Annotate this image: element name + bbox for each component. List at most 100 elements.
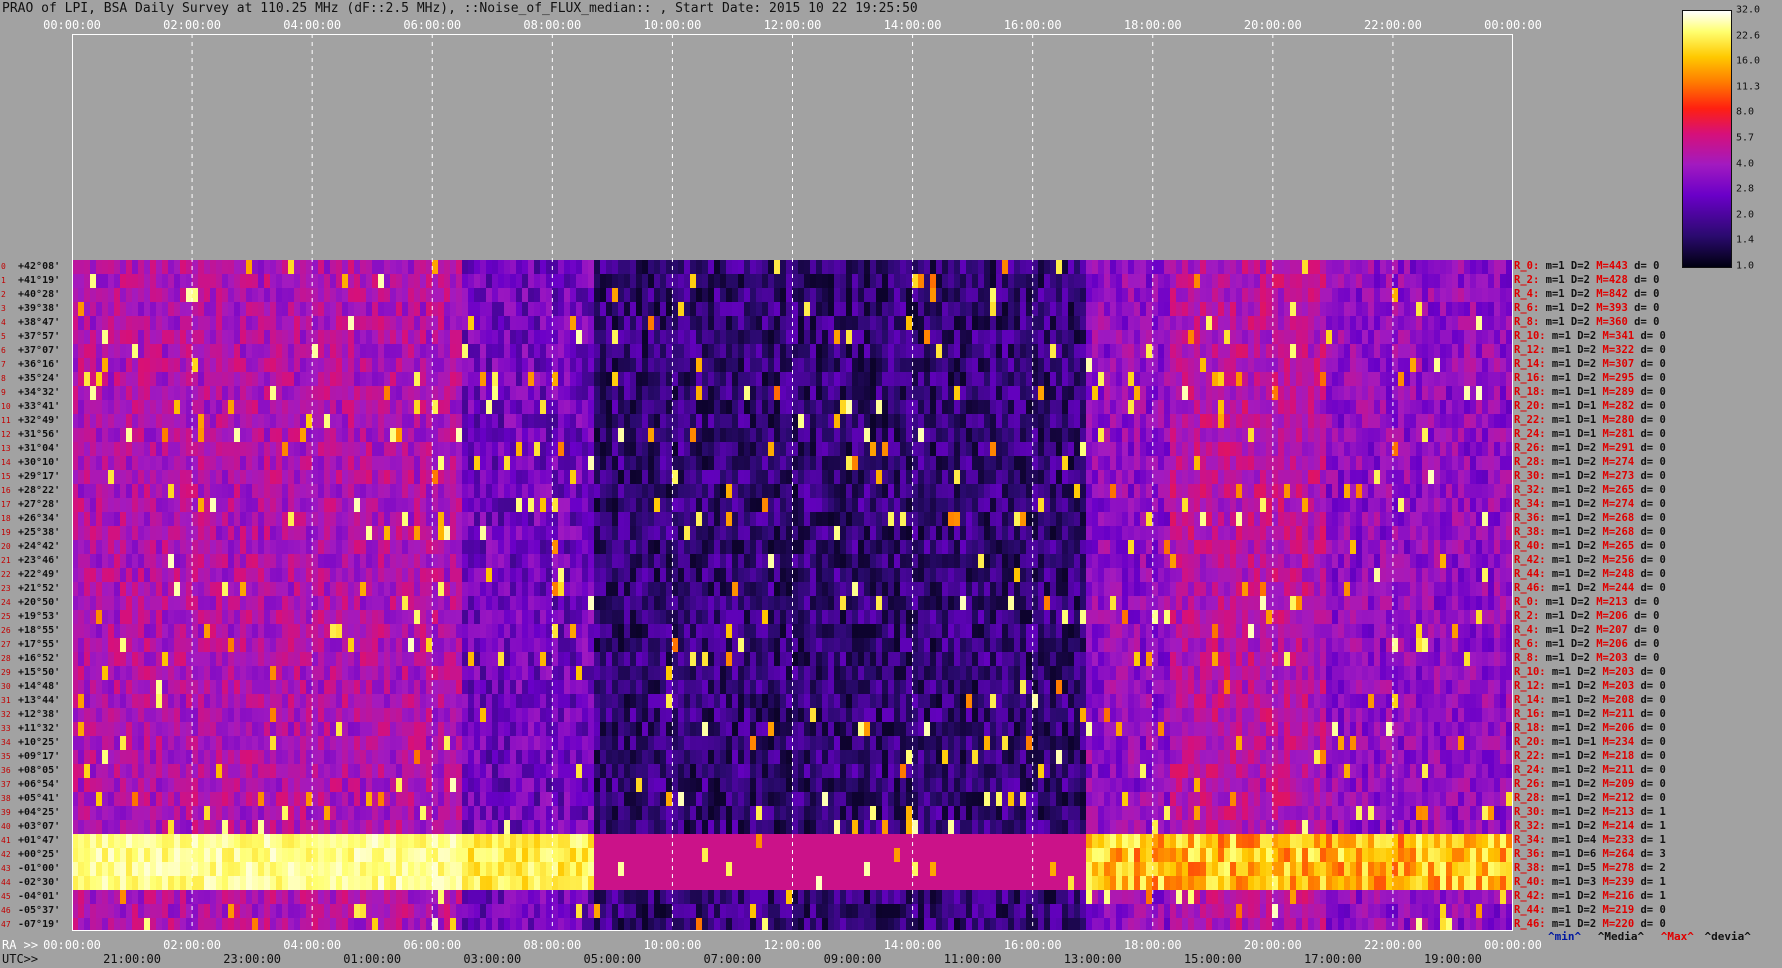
heatmap-cell bbox=[1236, 484, 1242, 498]
heatmap-cell bbox=[768, 288, 774, 302]
heatmap-cell bbox=[462, 274, 468, 288]
heatmap-cell bbox=[1146, 344, 1152, 358]
heatmap-cell bbox=[408, 372, 414, 386]
heatmap-cell bbox=[534, 512, 540, 526]
heatmap-cell bbox=[1200, 484, 1206, 498]
heatmap-cell bbox=[696, 386, 702, 400]
heatmap-cell bbox=[324, 400, 330, 414]
heatmap-cell bbox=[474, 540, 480, 554]
heatmap-cell bbox=[1422, 260, 1428, 274]
heatmap-cell bbox=[528, 386, 534, 400]
heatmap-cell bbox=[294, 498, 300, 512]
heatmap-cell bbox=[1386, 330, 1392, 344]
heatmap-cell bbox=[744, 442, 750, 456]
heatmap-cell bbox=[1050, 414, 1056, 428]
heatmap-cell bbox=[984, 302, 990, 316]
heatmap-cell bbox=[972, 288, 978, 302]
heatmap-cell bbox=[456, 344, 462, 358]
heatmap-cell bbox=[834, 526, 840, 540]
heatmap-cell bbox=[1338, 316, 1344, 330]
heatmap-cell bbox=[492, 302, 498, 316]
heatmap-cell bbox=[588, 456, 594, 470]
heatmap-cell bbox=[588, 302, 594, 316]
heatmap-cell bbox=[1038, 302, 1044, 316]
heatmap-cell bbox=[906, 372, 912, 386]
heatmap-cell bbox=[1326, 484, 1332, 498]
heatmap-cell bbox=[750, 540, 756, 554]
heatmap-cell bbox=[804, 470, 810, 484]
heatmap-cell bbox=[228, 330, 234, 344]
heatmap-cell bbox=[120, 330, 126, 344]
heatmap-cell bbox=[1026, 442, 1032, 456]
heatmap-cell bbox=[1002, 288, 1008, 302]
heatmap-cell bbox=[378, 316, 384, 330]
heatmap-cell bbox=[216, 274, 222, 288]
heatmap-cell bbox=[810, 372, 816, 386]
heatmap-cell bbox=[720, 260, 726, 274]
heatmap-cell bbox=[420, 414, 426, 428]
heatmap-cell bbox=[870, 274, 876, 288]
heatmap-cell bbox=[408, 456, 414, 470]
heatmap-cell bbox=[276, 470, 282, 484]
heatmap-cell bbox=[630, 498, 636, 512]
heatmap-cell bbox=[1446, 386, 1452, 400]
heatmap-cell bbox=[516, 512, 522, 526]
heatmap-cell bbox=[1158, 344, 1164, 358]
heatmap-cell bbox=[846, 372, 852, 386]
heatmap-cell bbox=[1416, 470, 1422, 484]
heatmap-cell bbox=[1470, 302, 1476, 316]
heatmap-cell bbox=[378, 260, 384, 274]
heatmap-cell bbox=[516, 372, 522, 386]
heatmap-cell bbox=[1200, 526, 1206, 540]
heatmap-cell bbox=[276, 540, 282, 554]
heatmap-cell bbox=[174, 302, 180, 316]
heatmap-cell bbox=[570, 512, 576, 526]
heatmap-cell bbox=[546, 456, 552, 470]
heatmap-cell bbox=[840, 274, 846, 288]
heatmap-cell bbox=[462, 540, 468, 554]
heatmap-cell bbox=[942, 498, 948, 512]
heatmap-cell bbox=[1290, 428, 1296, 442]
heatmap-cell bbox=[78, 260, 84, 274]
heatmap-cell bbox=[204, 372, 210, 386]
heatmap-cell bbox=[1494, 372, 1500, 386]
heatmap-cell bbox=[822, 400, 828, 414]
heatmap-cell bbox=[948, 526, 954, 540]
heatmap-cell bbox=[132, 414, 138, 428]
heatmap-cell bbox=[474, 372, 480, 386]
heatmap-cell bbox=[1086, 400, 1092, 414]
heatmap-cell bbox=[156, 540, 162, 554]
heatmap-cell bbox=[192, 442, 198, 456]
heatmap-cell bbox=[138, 470, 144, 484]
heatmap-cell bbox=[1008, 344, 1014, 358]
heatmap-cell bbox=[540, 484, 546, 498]
heatmap-cell bbox=[522, 526, 528, 540]
heatmap-cell bbox=[378, 358, 384, 372]
heatmap-cell bbox=[366, 442, 372, 456]
heatmap-cell bbox=[1092, 386, 1098, 400]
heatmap-cell bbox=[768, 302, 774, 316]
heatmap-cell bbox=[132, 484, 138, 498]
heatmap-cell bbox=[300, 386, 306, 400]
heatmap-cell bbox=[1296, 260, 1302, 274]
heatmap-cell bbox=[336, 358, 342, 372]
heatmap-cell bbox=[1452, 274, 1458, 288]
heatmap-cell bbox=[1476, 414, 1482, 428]
heatmap-cell bbox=[1380, 372, 1386, 386]
heatmap-cell bbox=[1344, 456, 1350, 470]
heatmap-cell bbox=[768, 344, 774, 358]
heatmap-cell bbox=[1398, 344, 1404, 358]
heatmap-cell bbox=[204, 442, 210, 456]
heatmap-cell bbox=[228, 288, 234, 302]
heatmap-cell bbox=[870, 344, 876, 358]
heatmap-cell bbox=[888, 344, 894, 358]
heatmap-cell bbox=[486, 400, 492, 414]
heatmap-cell bbox=[384, 456, 390, 470]
heatmap-cell bbox=[462, 512, 468, 526]
heatmap-cell bbox=[204, 358, 210, 372]
heatmap-cell bbox=[762, 456, 768, 470]
heatmap-cell bbox=[1026, 484, 1032, 498]
heatmap-cell bbox=[240, 400, 246, 414]
heatmap-cell bbox=[882, 274, 888, 288]
heatmap-cell bbox=[402, 372, 408, 386]
